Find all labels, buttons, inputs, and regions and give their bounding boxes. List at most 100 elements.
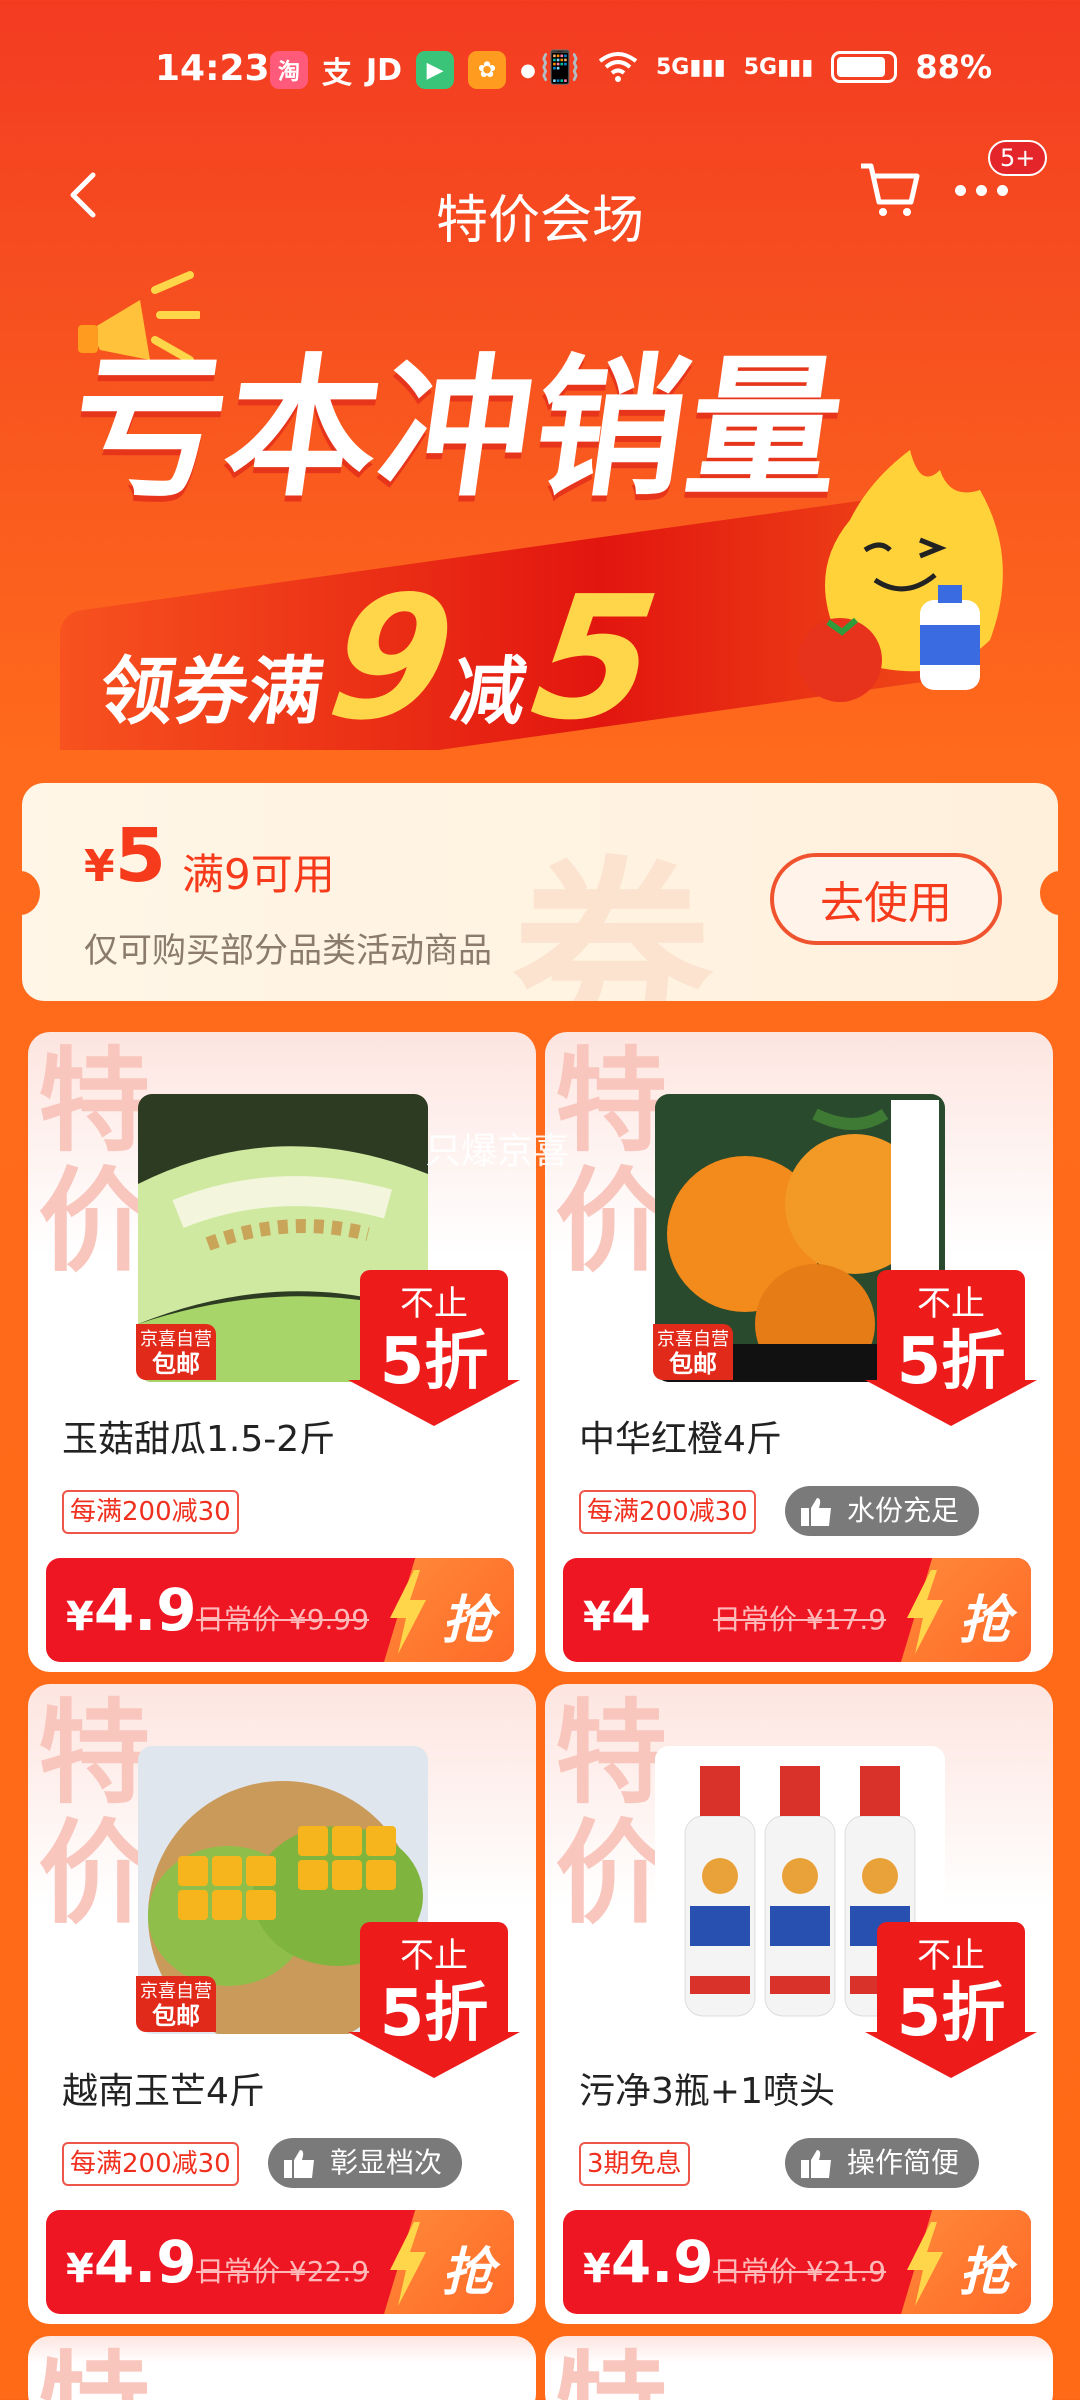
signal-icon-1: 5G▮▮▮	[656, 54, 726, 80]
lightning-icon	[907, 2222, 943, 2306]
discount-line2: 5折	[379, 1977, 489, 2051]
lightning-icon	[390, 2222, 426, 2306]
buy-button[interactable]: ¥4.9 日常价 ¥9.99 抢	[46, 1558, 514, 1662]
thumbs-up-icon	[801, 1498, 831, 1526]
buy-button[interactable]: ¥4.9 日常价 ¥21.9 抢	[563, 2210, 1031, 2314]
coupon-currency: ¥	[84, 841, 115, 892]
product-name[interactable]: 污净3瓶+1喷头	[579, 2062, 835, 2114]
status-time: 14:23	[155, 48, 270, 89]
feature-hint-text: 水份充足	[847, 1494, 960, 1527]
product-name[interactable]: 中华红橙4斤	[579, 1410, 782, 1462]
coupon-condition: 满9可用	[182, 850, 335, 899]
dot-icon: ●	[520, 59, 536, 81]
mascot-illustration	[798, 450, 1003, 702]
alipay-icon: 支	[322, 56, 352, 91]
overlay-caption: 只爆京喜	[425, 1131, 570, 1172]
battery-icon	[831, 51, 898, 83]
hero-sub-prefix: 领券满	[94, 649, 329, 735]
price: ¥4.9	[66, 1576, 197, 1644]
thumbs-up-icon	[801, 2150, 831, 2178]
status-bar: 14:23 淘 支 JD ▶ ✿ ● 📳 5G▮▮▮ 5G▮▮▮ 88%	[0, 0, 1080, 140]
jd-icon: JD	[366, 52, 403, 88]
discount-line2: 5折	[896, 1325, 1006, 1399]
buy-button[interactable]: ¥4 日常价 ¥17.9 抢	[563, 1558, 1031, 1662]
discount-badge: 不止 5折	[348, 1270, 520, 1428]
price-value: 4	[610, 1576, 652, 1644]
price-value: 4.9	[610, 2228, 714, 2296]
product-name[interactable]: 越南玉芒4斤	[62, 2062, 265, 2114]
feature-hint: 水份充足	[785, 1486, 980, 1536]
coupon-description: 仅可购买部分品类活动商品	[84, 931, 492, 971]
grab-text: 抢	[958, 1591, 1011, 1651]
price: ¥4.9	[66, 2228, 197, 2296]
original-price: 日常价 ¥22.9	[196, 2255, 370, 2288]
vibrate-icon: 📳	[540, 48, 580, 86]
promo-tag: 每满200减30	[579, 1490, 756, 1534]
price: ¥4	[583, 1576, 651, 1644]
price-value: 4.9	[93, 1576, 197, 1644]
ship-line1: 京喜自营	[140, 1329, 212, 1350]
signal-icon-2: 5G▮▮▮	[743, 54, 814, 80]
hero-subline: 领券满 9 减 5	[91, 560, 668, 750]
product-card-partial[interactable]: 特	[28, 2336, 536, 2400]
app-notification-icon: ✿	[468, 51, 507, 89]
original-price: 日常价 ¥21.9	[713, 2255, 887, 2288]
taobao-icon: 淘	[270, 51, 308, 89]
coupon-notch-right	[1040, 871, 1058, 915]
product-card[interactable]: 特价 京喜自营 包邮 不止 5折 中华红橙4斤 每满200减30 水份充足 ¥4 …	[545, 1032, 1053, 1672]
promo-tag: 每满200减30	[62, 1490, 239, 1534]
shipping-badge: 京喜自营 包邮	[653, 1324, 733, 1380]
price: ¥4.9	[583, 2228, 714, 2296]
ship-line2: 包邮	[152, 2002, 200, 2030]
ship-line1: 京喜自营	[657, 1329, 729, 1350]
ship-line2: 包邮	[152, 1350, 200, 1378]
notification-icons: 淘 支 JD ▶ ✿ ●	[270, 48, 536, 92]
card-bg-text: 特	[555, 2346, 685, 2400]
more-icon[interactable]	[955, 175, 1025, 205]
price-currency: ¥	[583, 1594, 611, 1640]
feature-hint-text: 彰显档次	[330, 2146, 443, 2179]
use-coupon-button[interactable]: 去使用	[770, 853, 1002, 945]
product-card[interactable]: 特价 京喜自营 包邮 不止 5折 越南玉芒4斤 每满200减30 彰显档次 ¥4.…	[28, 1684, 536, 2324]
grab-text: 抢	[441, 1591, 494, 1651]
discount-badge: 不止 5折	[865, 1270, 1037, 1428]
feature-hint: 彰显档次	[268, 2138, 463, 2188]
buy-button[interactable]: ¥4.9 日常价 ¥22.9 抢	[46, 2210, 514, 2314]
system-status: 📳 5G▮▮▮ 5G▮▮▮ 88%	[540, 48, 992, 86]
hero-sub-mid: 减	[445, 649, 532, 735]
feature-hint-text: 操作简便	[847, 2146, 960, 2179]
ship-line1: 京喜自营	[140, 1981, 212, 2002]
wifi-icon	[598, 52, 638, 82]
original-price: 日常价 ¥9.99	[196, 1603, 370, 1636]
hero-sub-num2: 5	[522, 560, 669, 750]
cart-icon[interactable]	[855, 152, 925, 222]
discount-line2: 5折	[379, 1325, 489, 1399]
coupon-card: 券 ¥5 满9可用 仅可购买部分品类活动商品 去使用	[22, 783, 1058, 1001]
battery-percent: 88%	[915, 48, 992, 86]
grab-text: 抢	[958, 2243, 1011, 2303]
coupon-watermark: 券	[512, 840, 713, 1001]
shipping-badge: 京喜自营 包邮	[136, 1976, 216, 2032]
lightning-icon	[907, 1570, 943, 1654]
hero-banner[interactable]: 亏本冲销量 领券满 9 减 5	[0, 240, 1080, 750]
price-currency: ¥	[583, 2246, 611, 2292]
hero-sub-num1: 9	[318, 560, 465, 750]
original-price: 日常价 ¥17.9	[713, 1603, 887, 1636]
product-card[interactable]: 特价 不止 5折 污净3瓶+1喷头 3期免息 操作简便 ¥4.9 日常价 ¥21…	[545, 1684, 1053, 2324]
promo-tag: 3期免息	[579, 2142, 690, 2186]
coupon-value: 5	[114, 813, 167, 899]
hero-headline: 亏本冲销量	[60, 340, 856, 517]
card-bg-text: 特	[38, 2346, 168, 2400]
lightning-icon	[390, 1570, 426, 1654]
ship-line2: 包邮	[669, 1350, 717, 1378]
thumbs-up-icon	[284, 2150, 314, 2178]
product-name[interactable]: 玉菇甜瓜1.5-2斤	[62, 1410, 335, 1462]
coupon-notch-left	[22, 871, 40, 915]
grab-text: 抢	[441, 2243, 494, 2303]
feature-hint: 操作简便	[785, 2138, 980, 2188]
more-badge: 5+	[988, 140, 1048, 176]
product-card-partial[interactable]: 特	[545, 2336, 1053, 2400]
discount-badge: 不止 5折	[865, 1922, 1037, 2080]
discount-line2: 5折	[896, 1977, 1006, 2051]
price-currency: ¥	[66, 2246, 94, 2292]
